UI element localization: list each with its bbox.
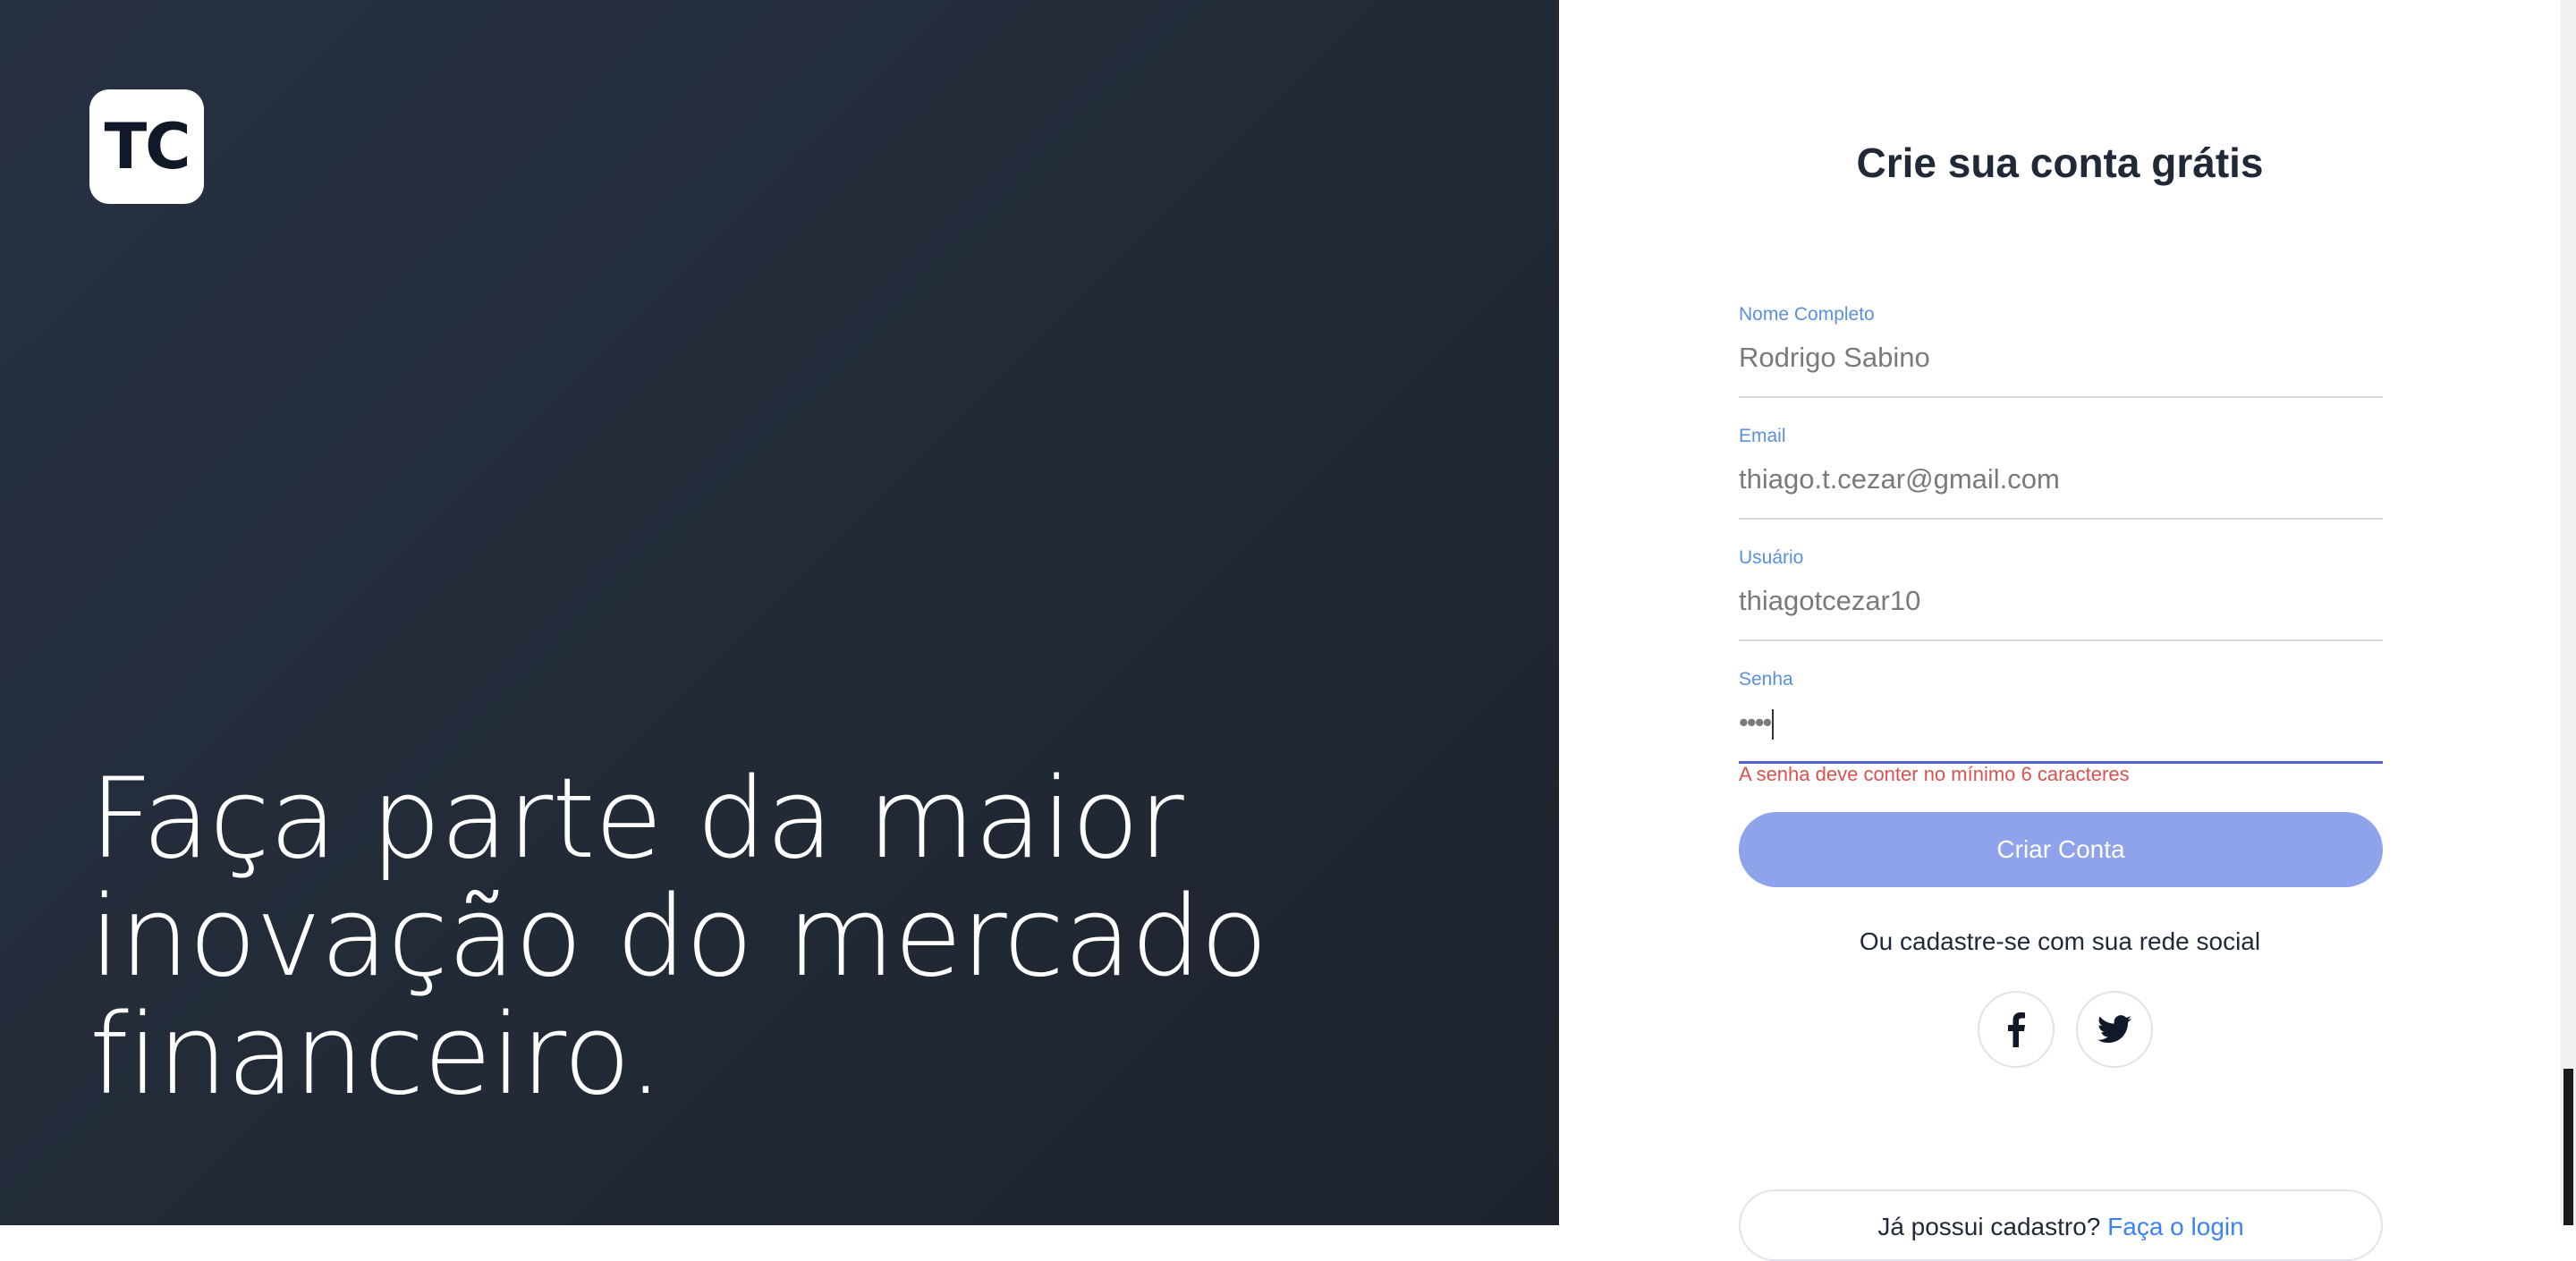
- hero-line-3: financeiro.: [89, 991, 664, 1120]
- twitter-button[interactable]: [2076, 991, 2153, 1068]
- login-box: Já possui cadastro? Faça o login: [1739, 1189, 2383, 1261]
- email-label: Email: [1739, 426, 1786, 446]
- facebook-icon: [2008, 1012, 2025, 1047]
- facebook-button[interactable]: [1978, 991, 2055, 1068]
- email-input[interactable]: thiago.t.cezar@gmail.com: [1739, 463, 2383, 495]
- username-underline: [1739, 639, 2383, 641]
- password-error: A senha deve conter no mínimo 6 caracter…: [1739, 763, 2130, 785]
- hero-line-2: inovação do mercado: [89, 873, 1268, 1002]
- full-name-label: Nome Completo: [1739, 304, 1875, 325]
- password-label: Senha: [1739, 669, 1793, 690]
- password-input-wrap[interactable]: ••••: [1739, 707, 2383, 740]
- login-link[interactable]: Faça o login: [2107, 1213, 2244, 1240]
- scrollbar-track[interactable]: [2561, 0, 2576, 1225]
- email-field[interactable]: Email thiago.t.cezar@gmail.com: [1739, 426, 2383, 520]
- logo: TC: [89, 89, 204, 204]
- password-input[interactable]: ••••: [1739, 707, 1772, 738]
- form-title: Crie sua conta grátis: [1856, 140, 2264, 186]
- twitter-icon: [2097, 1015, 2131, 1044]
- username-input[interactable]: thiagotcezar10: [1739, 585, 2383, 617]
- logo-text: TC: [104, 110, 191, 183]
- username-label: Usuário: [1739, 547, 1804, 568]
- password-field[interactable]: Senha ••••: [1739, 669, 2383, 764]
- hero-panel: TC Faça parte da maior inovação do merca…: [0, 0, 1559, 1225]
- create-account-button[interactable]: Criar Conta: [1739, 812, 2383, 887]
- social-prompt: Ou cadastre-se com sua rede social: [1859, 927, 2261, 955]
- email-underline: [1739, 518, 2383, 520]
- hero-headline: Faça parte da maior inovação do mercado …: [89, 760, 1342, 1114]
- login-prompt: Já possui cadastro?: [1877, 1213, 2101, 1240]
- username-field[interactable]: Usuário thiagotcezar10: [1739, 547, 2383, 641]
- full-name-underline: [1739, 396, 2383, 398]
- hero-line-1: Faça parte da maior: [89, 755, 1184, 884]
- full-name-field[interactable]: Nome Completo Rodrigo Sabino: [1739, 304, 2383, 398]
- text-cursor: [1772, 708, 1775, 740]
- scrollbar-thumb[interactable]: [2563, 1069, 2573, 1225]
- full-name-input[interactable]: Rodrigo Sabino: [1739, 342, 2383, 374]
